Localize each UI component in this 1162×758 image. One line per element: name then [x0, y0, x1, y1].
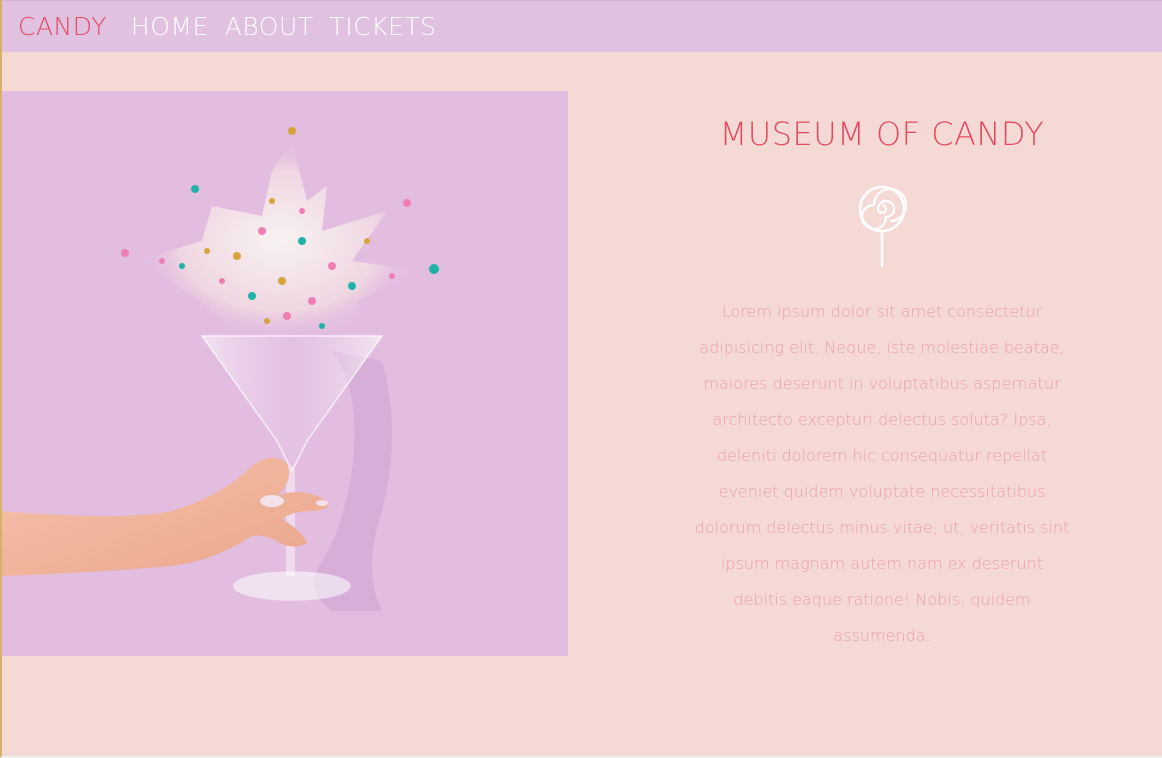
lollipop-icon [858, 185, 907, 268]
hero-image [2, 91, 568, 656]
navbar: CANDY HOME ABOUT TICKETS [2, 0, 1162, 52]
hero-illustration [2, 91, 568, 656]
brand-logo[interactable]: CANDY [18, 12, 107, 41]
nav-link-about[interactable]: ABOUT [225, 12, 314, 41]
intro-section: MUSEUM OF CANDY Lorem ipsum dolor sit am… [662, 108, 1102, 654]
intro-paragraph: Lorem ipsum dolor sit amet consectetur a… [694, 302, 1070, 645]
nav-link-tickets[interactable]: TICKETS [330, 12, 437, 41]
page-title: MUSEUM OF CANDY [719, 115, 1045, 153]
page: CANDY HOME ABOUT TICKETS MUSEUM OF CANDY… [0, 0, 1162, 758]
nav-link-home[interactable]: HOME [131, 12, 209, 41]
